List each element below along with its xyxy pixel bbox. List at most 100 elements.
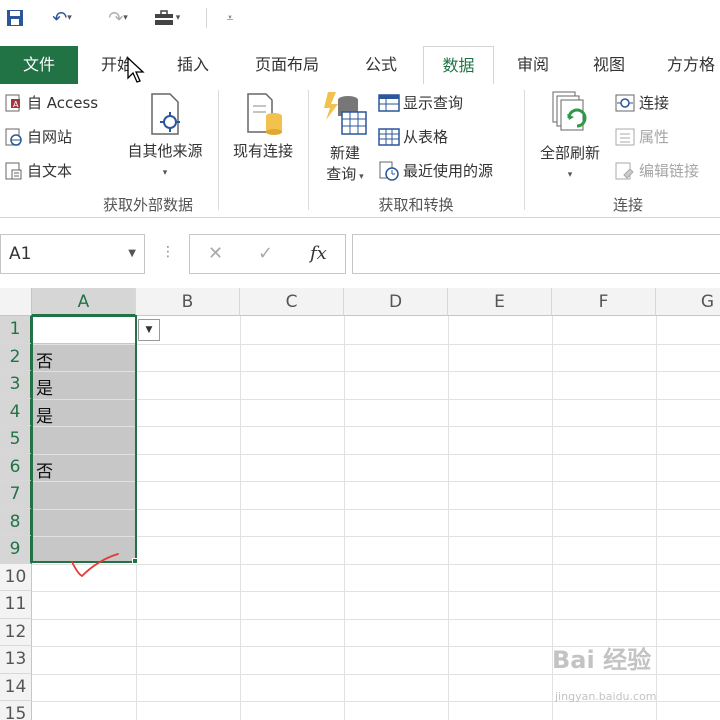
column-header-f[interactable]: F xyxy=(552,288,656,316)
column-gridline xyxy=(344,316,345,720)
formula-buttons: ✕ ✓ fx xyxy=(189,234,346,274)
properties-icon xyxy=(615,128,635,145)
tab-view[interactable]: 视图 xyxy=(584,46,634,84)
select-all-corner[interactable] xyxy=(0,288,32,316)
recent-sources-button[interactable]: 最近使用的源 xyxy=(378,160,493,181)
column-header-g[interactable]: G xyxy=(656,288,720,316)
chevron-down-icon: ▾ xyxy=(123,13,128,23)
chevron-down-icon: ▾ xyxy=(162,168,168,178)
column-header-d[interactable]: D xyxy=(344,288,448,316)
from-web-button[interactable]: 自网站 xyxy=(4,126,72,147)
tab-data[interactable]: 数据 xyxy=(423,46,494,84)
from-web-label: 自网站 xyxy=(27,128,73,146)
mouse-cursor-icon xyxy=(127,56,145,83)
column-header-e[interactable]: E xyxy=(448,288,552,316)
from-text-label: 自文本 xyxy=(27,162,73,180)
connections-button[interactable]: 连接 xyxy=(614,92,669,113)
tab-addin[interactable]: 方方格 xyxy=(662,46,720,84)
recent-sources-label: 最近使用的源 xyxy=(403,162,494,180)
from-access-label: 自 Access xyxy=(27,94,99,112)
new-query-icon xyxy=(324,92,367,135)
existing-connections-button[interactable]: 现有连接 xyxy=(224,92,302,161)
undo-button[interactable]: ↶ ▾ xyxy=(42,6,82,30)
from-table-button[interactable]: 从表格 xyxy=(378,126,448,147)
toolbox-button[interactable]: ▾ xyxy=(146,6,188,30)
from-text-button[interactable]: 自文本 xyxy=(4,160,72,181)
tab-page-layout[interactable]: 页面布局 xyxy=(244,46,330,84)
row-header-10[interactable]: 10 xyxy=(0,563,32,591)
toolbox-icon xyxy=(154,10,173,25)
edit-links-icon xyxy=(615,162,634,179)
row-header-4[interactable]: 4 xyxy=(0,398,32,426)
show-queries-label: 显示查询 xyxy=(403,94,464,112)
edit-links-button[interactable]: 编辑链接 xyxy=(614,160,699,181)
edit-links-label: 编辑链接 xyxy=(639,162,700,180)
svg-text:A: A xyxy=(13,100,19,109)
row-header-15[interactable]: 15 xyxy=(0,701,32,720)
save-icon[interactable] xyxy=(4,6,26,30)
row-header-13[interactable]: 13 xyxy=(0,646,32,674)
row-header-1[interactable]: 1 xyxy=(0,316,32,344)
group-label-get-external-data: 获取外部数据 xyxy=(102,196,193,214)
tab-file[interactable]: 文件 xyxy=(0,46,78,84)
selection-border xyxy=(31,315,137,563)
filter-dropdown-icon[interactable]: ▼ xyxy=(138,319,160,341)
redo-button[interactable]: ↷ ▾ xyxy=(98,6,138,30)
quick-access-toolbar: ↶ ▾ ↷ ▾ ▾ ⩡ xyxy=(0,0,720,36)
from-other-sources-button[interactable]: 自其他来源 ▾ xyxy=(118,92,212,179)
existing-connections-label: 现有连接 xyxy=(232,142,293,160)
cancel-icon[interactable]: ✕ xyxy=(208,243,223,264)
row-header-9[interactable]: 9 xyxy=(0,536,32,564)
name-box[interactable]: A1 ▼ xyxy=(0,234,145,274)
chevron-down-icon: ▾ xyxy=(567,170,573,180)
row-header-6[interactable]: 6 xyxy=(0,453,32,481)
new-query-button[interactable]: 新建 查询 ▾ xyxy=(316,90,374,184)
watermark-text: Bai 经验 xyxy=(552,646,652,674)
fill-handle[interactable] xyxy=(132,558,138,564)
row-header-11[interactable]: 11 xyxy=(0,591,32,619)
properties-label: 属性 xyxy=(639,128,670,146)
properties-button[interactable]: 属性 xyxy=(614,126,669,147)
group-label-connections: 连接 xyxy=(612,196,643,214)
tab-review[interactable]: 审阅 xyxy=(508,46,558,84)
baidu-watermark: Bai 经验 xyxy=(552,640,651,675)
access-icon: A xyxy=(5,94,20,111)
recent-sources-icon xyxy=(379,161,399,181)
vertical-dots-icon[interactable]: ⋮ xyxy=(161,244,175,260)
chevron-down-icon: ▾ xyxy=(175,13,181,23)
customize-toolbar-button[interactable]: ⩡ xyxy=(220,6,240,30)
row-header-12[interactable]: 12 xyxy=(0,618,32,646)
toolbar-separator xyxy=(206,8,207,28)
column-header-c[interactable]: C xyxy=(240,288,344,316)
column-header-b[interactable]: B xyxy=(136,288,240,316)
row-header-8[interactable]: 8 xyxy=(0,508,32,536)
refresh-all-label: 全部刷新 xyxy=(539,144,600,162)
enter-icon[interactable]: ✓ xyxy=(258,243,273,264)
undo-icon: ↶ xyxy=(52,7,68,29)
redo-icon: ↷ xyxy=(108,7,124,29)
insert-function-icon[interactable]: fx xyxy=(310,243,327,264)
row-header-7[interactable]: 7 xyxy=(0,481,32,509)
tab-insert[interactable]: 插入 xyxy=(168,46,218,84)
row-header-2[interactable]: 2 xyxy=(0,343,32,371)
from-access-button[interactable]: A 自 Access xyxy=(4,92,98,113)
from-other-sources-label: 自其他来源 xyxy=(127,142,203,160)
ribbon-tabs: 文件 开始 插入 页面布局 公式 数据 审阅 视图 方方格 xyxy=(0,46,720,130)
formula-input[interactable] xyxy=(352,234,720,274)
table-icon xyxy=(378,127,400,146)
group-separator xyxy=(308,90,309,210)
column-gridline xyxy=(656,316,657,720)
row-header-3[interactable]: 3 xyxy=(0,371,32,399)
show-queries-button[interactable]: 显示查询 xyxy=(378,92,463,113)
column-gridline xyxy=(240,316,241,720)
connections-label: 连接 xyxy=(639,94,670,112)
new-query-label-line2: 查询 xyxy=(326,165,357,183)
refresh-all-button[interactable]: 全部刷新 ▾ xyxy=(532,90,608,181)
column-header-a[interactable]: A xyxy=(32,288,136,316)
new-query-label-line1: 新建 xyxy=(329,144,360,162)
row-header-5[interactable]: 5 xyxy=(0,426,32,454)
chevron-down-icon[interactable]: ▼ xyxy=(128,235,136,273)
row-header-14[interactable]: 14 xyxy=(0,673,32,701)
tab-formulas[interactable]: 公式 xyxy=(356,46,406,84)
existing-connections-icon xyxy=(247,93,282,135)
